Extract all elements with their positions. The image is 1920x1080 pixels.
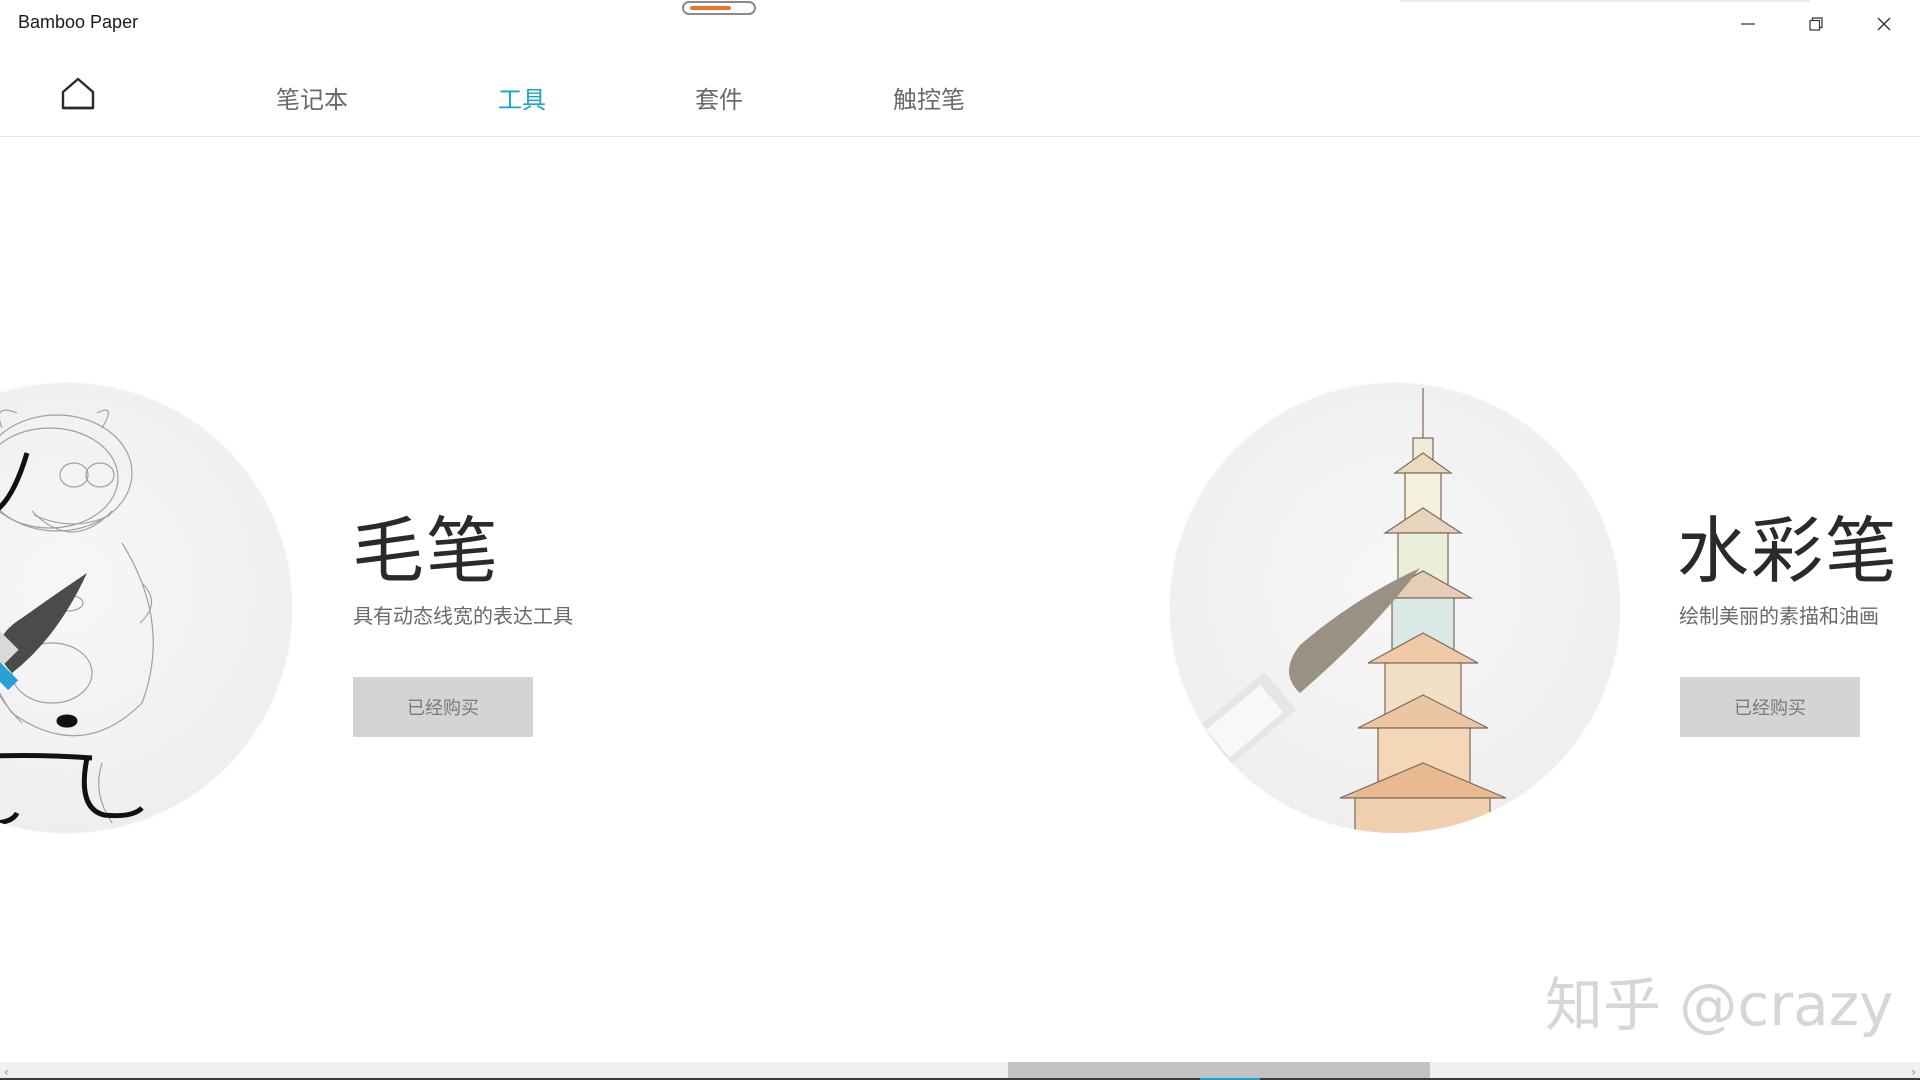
tab-notebooks[interactable]: 笔记本 <box>276 80 348 115</box>
scroll-left-icon[interactable]: ‹ <box>4 1065 9 1079</box>
home-icon <box>61 77 95 110</box>
tool-desc-brush: 具有动态线宽的表达工具 <box>353 604 573 628</box>
tool-title-brush: 毛笔 <box>352 509 501 593</box>
scroll-right-icon[interactable]: › <box>1911 1065 1916 1079</box>
tool-desc-watercolor: 绘制美丽的素描和油画 <box>1679 604 1879 628</box>
close-icon <box>1877 17 1891 31</box>
tool-title-watercolor: 水彩笔 <box>1677 509 1900 593</box>
tab-stylus[interactable]: 触控笔 <box>893 80 965 115</box>
tab-tools[interactable]: 工具 <box>498 80 546 115</box>
app-title: Bamboo Paper <box>18 12 139 32</box>
watercolor-pagoda-image <box>1198 388 1507 833</box>
tab-kits[interactable]: 套件 <box>695 80 743 115</box>
minimize-button[interactable] <box>1714 0 1782 48</box>
close-button[interactable] <box>1850 0 1918 48</box>
nav-bar: 笔记本 工具 套件 触控笔 <box>0 48 1920 137</box>
brush-sketch-image <box>0 409 154 826</box>
purchased-button-brush[interactable]: 已经购买 <box>353 677 533 737</box>
home-button[interactable] <box>56 74 100 114</box>
minimize-icon <box>1741 23 1755 25</box>
restore-button[interactable] <box>1782 0 1850 48</box>
progress-indicator <box>682 1 756 15</box>
title-bar: Bamboo Paper <box>0 0 1920 48</box>
progress-fill <box>690 6 731 10</box>
watercolor-illustration <box>1170 383 1620 833</box>
watermark-text: 知乎 @crazy <box>1545 971 1894 1039</box>
app-window: Bamboo Paper 笔记本 工具 套件 触控笔 毛笔 具有动态线宽的表达工… <box>0 0 1920 1080</box>
restore-icon <box>1809 17 1823 31</box>
purchased-button-watercolor[interactable]: 已经购买 <box>1680 677 1860 737</box>
brush-illustration <box>0 383 292 833</box>
